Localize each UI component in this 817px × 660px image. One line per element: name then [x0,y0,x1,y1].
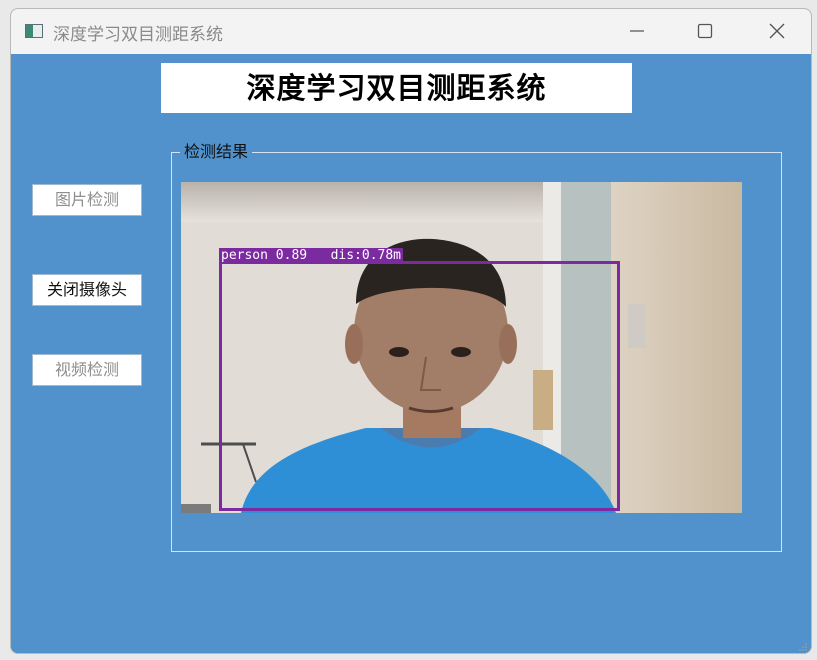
minimize-button[interactable] [615,15,659,47]
detection-results-group: 检测结果 person 0.89 dis:0.78m [171,141,782,552]
group-title: 检测结果 [180,141,253,163]
minimize-icon [630,30,644,32]
app-window: 深度学习双目测距系统 深度学习双目测距系统 图片检测 关闭摄像头 视频检测 检测… [10,8,812,654]
page-title: 深度学习双目测距系统 [161,63,632,113]
resize-grip-icon[interactable] [798,642,808,652]
maximize-button[interactable] [683,15,727,47]
detection-label: person 0.89 dis:0.78m [219,248,404,264]
close-icon [769,23,785,39]
maximize-icon [697,23,713,39]
close-button[interactable] [755,15,799,47]
image-detect-button[interactable]: 图片检测 [32,184,142,216]
app-icon [25,24,43,38]
video-detect-button[interactable]: 视频检测 [32,354,142,386]
window-title: 深度学习双目测距系统 [53,25,223,45]
main-panel: 深度学习双目测距系统 图片检测 关闭摄像头 视频检测 检测结果 person 0… [11,54,811,653]
detection-bounding-box [219,261,620,511]
camera-feed: person 0.89 dis:0.78m [181,182,742,513]
title-bar[interactable]: 深度学习双目测距系统 [11,9,811,54]
close-camera-button[interactable]: 关闭摄像头 [32,274,142,306]
